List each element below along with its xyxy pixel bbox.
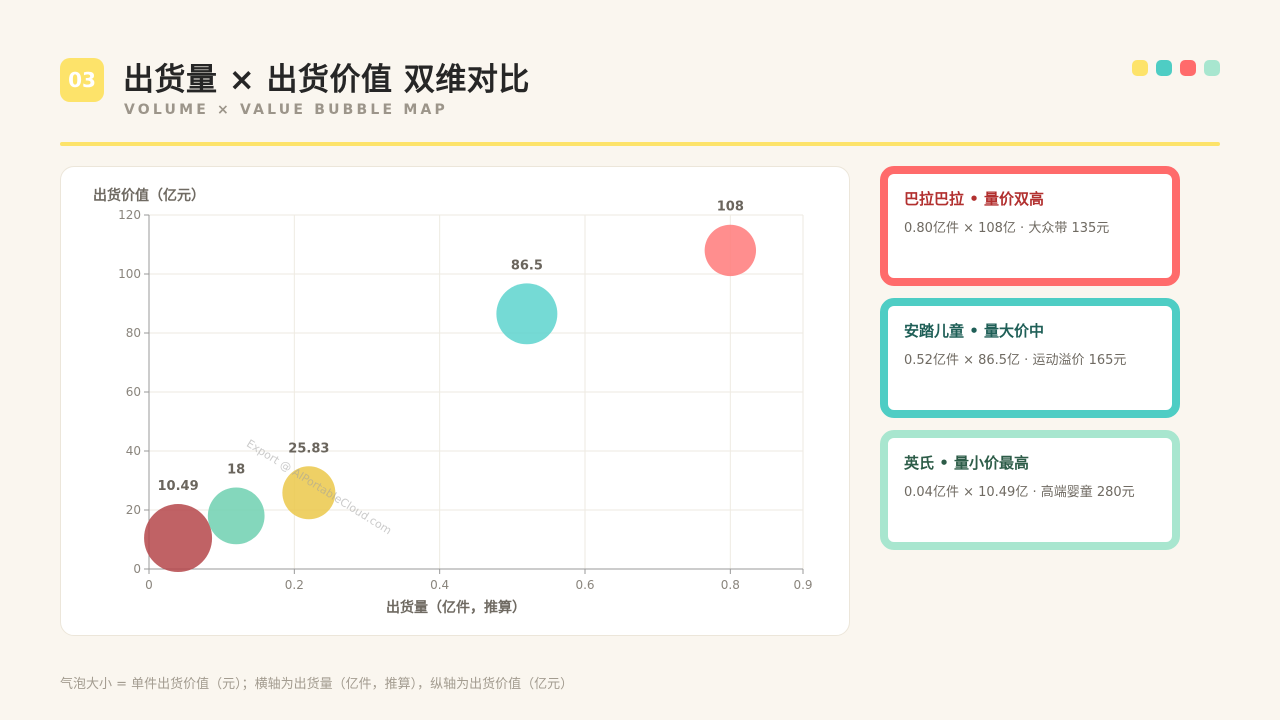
x-tick-label: 0.6 — [575, 578, 594, 592]
y-tick-label: 60 — [126, 385, 141, 399]
card-description: 0.04亿件 × 10.49亿 · 高端婴童 280元 — [904, 485, 1135, 500]
y-tick-label: 100 — [118, 267, 141, 281]
decorative-dots — [1132, 60, 1220, 76]
x-tick-label: 0.2 — [285, 578, 304, 592]
card-description: 0.52亿件 × 86.5亿 · 运动溢价 165元 — [904, 353, 1127, 368]
bubble-data-label: 108 — [717, 200, 744, 215]
dot-red — [1180, 60, 1196, 76]
bubble-data-label: 10.49 — [158, 479, 199, 494]
y-tick-label: 20 — [126, 503, 141, 517]
bubble — [704, 224, 757, 277]
bubble-data-label: 18 — [227, 463, 245, 478]
bubble — [207, 487, 265, 545]
y-tick-label: 40 — [126, 444, 141, 458]
bubble-chart: 0 20 40 60 80 100 120 0 0.2 0.4 0.6 0.8 0.9 10.49 18 25… — [118, 200, 812, 592]
page-subtitle: VOLUME × VALUE BUBBLE MAP — [124, 102, 448, 118]
x-tick-label: 0.9 — [793, 578, 812, 592]
x-tick-label: 0.8 — [721, 578, 740, 592]
x-tick-label: 0 — [145, 578, 153, 592]
x-tick-label: 0.4 — [430, 578, 449, 592]
bubble-chart-card: 0 20 40 60 80 100 120 0 0.2 0.4 0.6 0.8 0.9 10.49 18 25… — [60, 166, 850, 636]
insight-card-balabala: 巴拉巴拉 • 量价双高 0.80亿件 × 108亿 · 大众带 135元 — [880, 166, 1180, 286]
insight-card-yingshi: 英氏 • 量小价最高 0.04亿件 × 10.49亿 · 高端婴童 280元 — [880, 430, 1180, 550]
y-tick-label: 120 — [118, 208, 141, 222]
bubble — [496, 283, 558, 345]
bubble-data-label: 86.5 — [511, 258, 543, 273]
card-title: 英氏 • 量小价最高 — [904, 454, 1030, 472]
card-title: 安踏儿童 • 量大价中 — [904, 322, 1045, 340]
dot-teal — [1156, 60, 1172, 76]
card-title: 巴拉巴拉 • 量价双高 — [904, 190, 1045, 208]
y-tick-label: 80 — [126, 326, 141, 340]
y-tick-label: 0 — [133, 562, 141, 576]
bubble-data-label: 25.83 — [288, 441, 329, 456]
x-axis-label: 出货量（亿件，推算） — [386, 600, 526, 616]
section-number-badge: 03 — [60, 58, 104, 102]
bubble — [144, 504, 213, 573]
page-title: 出货量 × 出货价值 双维对比 — [123, 62, 530, 98]
dot-mint — [1204, 60, 1220, 76]
footnote: 气泡大小 = 单件出货价值（元）；横轴为出货量（亿件，推算），纵轴为出货价值（亿… — [60, 677, 574, 692]
y-axis-label: 出货价值（亿元） — [93, 188, 205, 204]
dot-yellow — [1132, 60, 1148, 76]
header-divider — [60, 142, 1220, 146]
insight-card-anta-kids: 安踏儿童 • 量大价中 0.52亿件 × 86.5亿 · 运动溢价 165元 — [880, 298, 1180, 418]
card-description: 0.80亿件 × 108亿 · 大众带 135元 — [904, 221, 1110, 236]
